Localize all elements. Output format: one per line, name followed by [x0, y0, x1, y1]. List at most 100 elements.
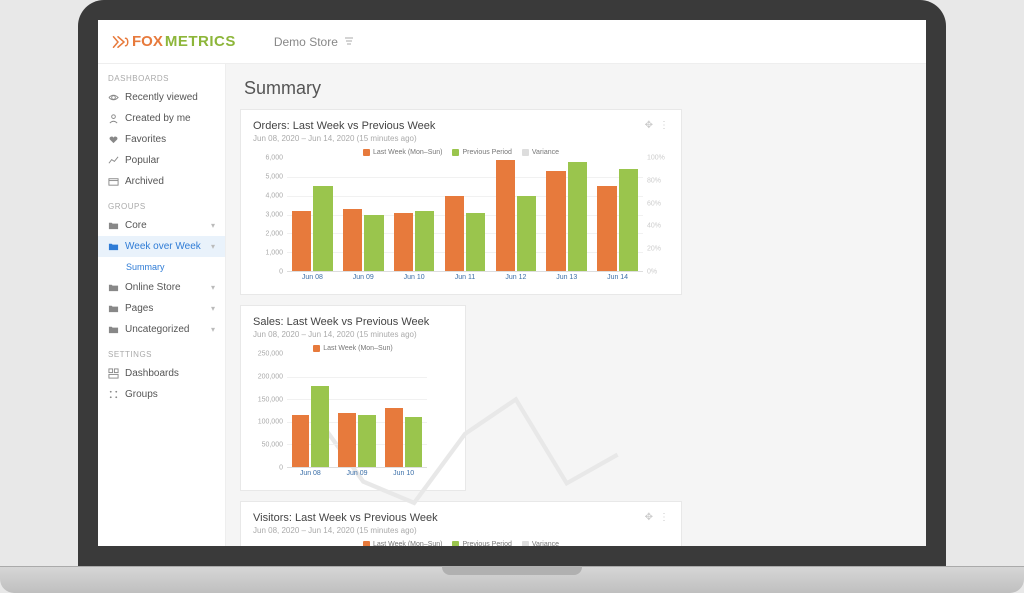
card-title: Visitors: Last Week vs Previous Week	[253, 512, 645, 524]
bar-group	[389, 158, 440, 271]
bar-group	[334, 354, 381, 467]
heart-icon	[108, 134, 119, 145]
bar-last-week-mon-sun-[interactable]	[385, 408, 403, 467]
bar-previous-period[interactable]	[364, 215, 383, 272]
archive-icon	[108, 176, 119, 187]
bar-group	[440, 158, 491, 271]
x-axis: Jun 08Jun 09Jun 10Jun 11Jun 12Jun 13Jun …	[287, 274, 643, 288]
x-tick: Jun 08	[287, 470, 334, 484]
grid-icon	[108, 389, 119, 400]
y-tick: 50,000	[262, 442, 283, 449]
x-tick: Jun 14	[592, 274, 643, 288]
y2-tick: 0%	[647, 269, 657, 276]
sidebar-item-label: Groups	[125, 389, 158, 400]
y-tick: 0	[279, 269, 283, 276]
dash-icon	[108, 368, 119, 379]
bar-last-week-mon-sun-[interactable]	[597, 186, 616, 271]
bar-previous-period[interactable]	[311, 386, 329, 467]
bar-last-week-mon-sun-[interactable]	[445, 196, 464, 271]
bar-last-week-mon-sun-[interactable]	[292, 211, 311, 271]
bar-previous-period[interactable]	[313, 186, 332, 271]
y-tick: 3,000	[265, 212, 283, 219]
folder-icon	[108, 324, 119, 335]
sidebar-item-dashboards[interactable]: Dashboards	[98, 363, 225, 384]
card-title: Orders: Last Week vs Previous Week	[253, 120, 645, 132]
user-icon	[108, 113, 119, 124]
store-selector[interactable]: Demo Store	[274, 35, 354, 49]
bar-previous-period[interactable]	[466, 213, 485, 271]
sidebar-item-groups[interactable]: Groups	[98, 384, 225, 405]
x-tick: Jun 11	[440, 274, 491, 288]
app-body: DASHBOARDS Recently viewed Created by me F…	[98, 64, 926, 546]
folder-icon	[108, 303, 119, 314]
chevron-down-icon: ▾	[211, 283, 215, 292]
sidebar-section-groups: GROUPS	[98, 192, 225, 215]
sidebar-section-dashboards: DASHBOARDS	[98, 64, 225, 87]
bar-previous-period[interactable]	[415, 211, 434, 271]
bar-previous-period[interactable]	[568, 162, 587, 271]
bar-group	[287, 158, 338, 271]
sidebar-item-favorites[interactable]: Favorites	[98, 129, 225, 150]
sidebar-item-label: Created by me	[125, 113, 191, 124]
sidebar-item-label: Popular	[125, 155, 159, 166]
bar-last-week-mon-sun-[interactable]	[546, 171, 565, 271]
sidebar-section-settings: SETTINGS	[98, 340, 225, 363]
bar-group	[338, 158, 389, 271]
sidebar-item-week-over-week[interactable]: Week over Week▾	[98, 236, 225, 257]
y2-tick: 80%	[647, 177, 661, 184]
chart-orders: 6,0005,0004,0003,0002,0001,0000100%80%60…	[253, 158, 669, 288]
x-tick: Jun 10	[380, 470, 427, 484]
x-tick: Jun 10	[389, 274, 440, 288]
y2-tick: 20%	[647, 246, 661, 253]
laptop-mockup: FOXMETRICS Demo Store DASHBOARDS Recentl…	[0, 0, 1024, 593]
sidebar-item-archived[interactable]: Archived	[98, 171, 225, 192]
bar-group	[287, 354, 334, 467]
bar-last-week-mon-sun-[interactable]	[496, 160, 515, 271]
chevron-down-icon: ▾	[211, 221, 215, 230]
bar-last-week-mon-sun-[interactable]	[343, 209, 362, 271]
y2-axis: 100%80%60%40%20%0%	[643, 158, 669, 272]
sidebar-item-label: Core	[125, 220, 147, 231]
sidebar-item-core[interactable]: Core ▾	[98, 215, 225, 236]
logo-text-fox: FOX	[132, 33, 163, 50]
trend-icon	[108, 155, 119, 166]
sidebar-item-online-store[interactable]: Online Store▾	[98, 277, 225, 298]
sidebar-item-created-by-me[interactable]: Created by me	[98, 108, 225, 129]
sidebar: DASHBOARDS Recently viewed Created by me F…	[98, 64, 226, 546]
y-tick: 150,000	[258, 396, 283, 403]
sidebar-subitem-summary[interactable]: Summary	[98, 257, 225, 277]
x-tick: Jun 09	[334, 470, 381, 484]
more-icon[interactable]: ⋮	[659, 512, 669, 523]
y-tick: 1,000	[265, 250, 283, 257]
y-tick: 6,000	[265, 155, 283, 162]
chevron-down-icon: ▾	[211, 325, 215, 334]
y2-tick: 100%	[647, 155, 665, 162]
page-title: Summary	[226, 64, 926, 109]
sidebar-item-popular[interactable]: Popular	[98, 150, 225, 171]
bar-previous-period[interactable]	[358, 415, 376, 467]
plot-area	[287, 354, 427, 468]
brand-logo[interactable]: FOXMETRICS	[112, 33, 236, 50]
move-icon[interactable]: ✥	[645, 120, 653, 131]
sidebar-item-pages[interactable]: Pages▾	[98, 298, 225, 319]
eye-icon	[108, 92, 119, 103]
bar-previous-period[interactable]	[619, 169, 638, 271]
sidebar-item-uncategorized[interactable]: Uncategorized▾	[98, 319, 225, 340]
sidebar-item-label: Dashboards	[125, 368, 179, 379]
card-date-range: Jun 08, 2020 – Jun 14, 2020 (15 minutes …	[253, 330, 453, 339]
move-icon[interactable]: ✥	[645, 512, 653, 523]
y-tick: 250,000	[258, 351, 283, 358]
chart-legend: Last Week (Mon–Sun)Previous PeriodVarian…	[253, 541, 669, 546]
sidebar-item-label: Favorites	[125, 134, 166, 145]
bar-last-week-mon-sun-[interactable]	[338, 413, 356, 467]
bar-previous-period[interactable]	[517, 196, 536, 271]
bar-last-week-mon-sun-[interactable]	[292, 415, 310, 467]
card-date-range: Jun 08, 2020 – Jun 14, 2020 (15 minutes …	[253, 134, 645, 143]
laptop-bezel: FOXMETRICS Demo Store DASHBOARDS Recentl…	[78, 0, 946, 566]
y-tick: 5,000	[265, 173, 283, 180]
chart-sales: 250,000200,000150,000100,00050,0000Jun 0…	[253, 354, 453, 484]
sidebar-item-recently-viewed[interactable]: Recently viewed	[98, 87, 225, 108]
more-icon[interactable]: ⋮	[659, 120, 669, 131]
bar-previous-period[interactable]	[405, 417, 423, 467]
bar-last-week-mon-sun-[interactable]	[394, 213, 413, 271]
